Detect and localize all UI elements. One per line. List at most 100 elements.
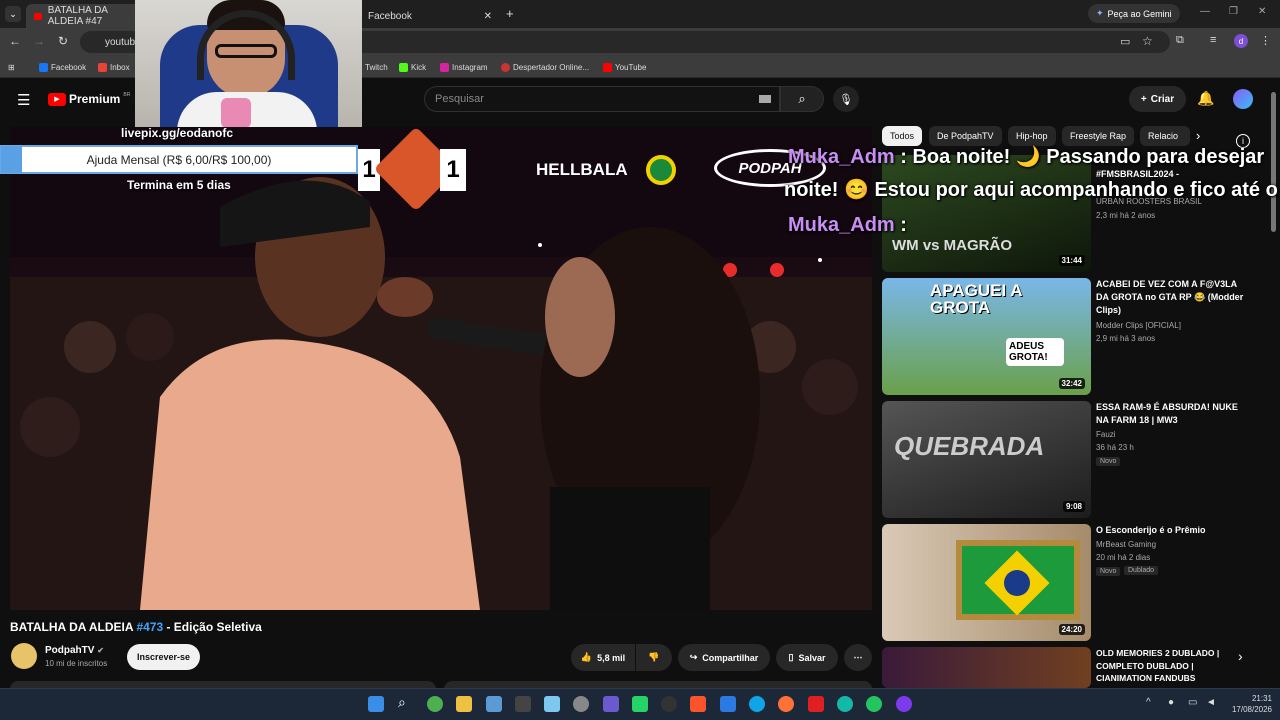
bookmark-facebook[interactable]: Facebook	[39, 60, 86, 74]
bookmark-despertador[interactable]: Despertador Online...	[501, 60, 589, 74]
bookmark-label: YouTube	[615, 62, 647, 72]
microphone-tray-icon[interactable]: ●	[1168, 697, 1174, 708]
channel-name[interactable]: PodpahTV ✔	[45, 645, 104, 656]
close-window-button[interactable]: ✕	[1258, 6, 1266, 17]
search-button[interactable]: ⌕	[780, 86, 824, 112]
save-button[interactable]: ▯ Salvar	[776, 644, 838, 671]
rec-thumbnail-3[interactable]: QUEBRADA 9:08	[882, 401, 1091, 518]
page-scrollbar[interactable]	[1271, 92, 1276, 232]
start-icon[interactable]	[368, 696, 384, 712]
tab-youtube[interactable]: BATALHA DA ALDEIA #47	[26, 4, 146, 28]
new-tab-button[interactable]: +	[506, 6, 514, 21]
obs-icon[interactable]	[603, 696, 619, 712]
tab-list-button[interactable]: ⌄	[5, 6, 21, 22]
maximize-button[interactable]: ❐	[1229, 6, 1238, 17]
browser-menu-icon[interactable]: ⋮	[1260, 34, 1271, 47]
hamburger-menu-icon[interactable]: ☰	[17, 91, 30, 109]
bookmark-twitch[interactable]: Twitch	[365, 60, 388, 74]
thumbs-up-icon: 👍	[580, 652, 593, 662]
photos-icon[interactable]	[486, 696, 502, 712]
edge-icon[interactable]	[749, 696, 765, 712]
rec-title-4[interactable]: O Esconderijo é o Prêmio	[1096, 524, 1246, 537]
bookmark-label: Despertador Online...	[513, 62, 590, 72]
rec-thumbnail-2[interactable]: APAGUEI A GROTA ADEUS GROTA! 32:42	[882, 278, 1091, 395]
microphone-icon	[221, 98, 251, 127]
volume-icon[interactable]: ◄	[1206, 697, 1216, 708]
xbox-icon[interactable]	[866, 696, 882, 712]
rec-title-2[interactable]: ACABEI DE VEZ COM A F@V3LA DA GROTA no G…	[1096, 278, 1246, 317]
title-hashtag[interactable]: #473	[136, 620, 163, 634]
more-actions-button[interactable]: ⋯	[844, 644, 872, 671]
firefox-icon[interactable]	[778, 696, 794, 712]
brand-label: Premium	[69, 92, 121, 106]
create-button[interactable]: + Criar	[1129, 86, 1186, 112]
chrome-icon[interactable]	[427, 696, 443, 712]
brave-icon[interactable]	[690, 696, 706, 712]
rec-channel-3[interactable]: Fauzi	[1096, 428, 1116, 441]
reading-list-icon[interactable]: ≡	[1210, 34, 1216, 46]
rec-title-3[interactable]: ESSA RAM-9 É ABSURDA! NUKE NA FARM 18 | …	[1096, 401, 1246, 427]
bookmark-inbox[interactable]: Inbox	[98, 60, 130, 74]
file-explorer-icon[interactable]	[456, 696, 472, 712]
tab-facebook[interactable]: Facebook ✕	[360, 4, 500, 28]
chevron-right-icon[interactable]: ›	[1238, 648, 1243, 664]
search-input[interactable]: Pesquisar	[424, 86, 780, 112]
calculator-icon[interactable]	[515, 696, 531, 712]
reload-icon[interactable]: ↻	[58, 34, 68, 48]
tray-chevron-icon[interactable]: ^	[1146, 697, 1151, 708]
thumb-text: QUEBRADA	[894, 431, 1045, 461]
video-player[interactable]: 1 1 HELLBALA PODPAH	[10, 127, 872, 610]
rec-meta-4: 20 mi há 2 dias	[1096, 553, 1151, 562]
title-text: - Edição Seletiva	[163, 620, 262, 634]
clock[interactable]: 21:31 17/08/2026	[1228, 693, 1272, 715]
image-viewer-icon[interactable]	[544, 696, 560, 712]
forward-arrow-icon[interactable]: →	[33, 34, 45, 48]
network-icon[interactable]: ▭	[1188, 697, 1197, 708]
bookmark-kick[interactable]: Kick	[399, 60, 426, 74]
account-avatar[interactable]	[1233, 89, 1253, 109]
settings-gear-icon[interactable]	[573, 696, 589, 712]
back-arrow-icon[interactable]: ←	[9, 34, 21, 48]
notifications-bell-icon[interactable]: 🔔	[1197, 90, 1214, 107]
apps-grid-icon[interactable]: ⊞	[8, 60, 15, 74]
clock-time: 21:31	[1251, 694, 1272, 703]
keyboard-icon[interactable]	[759, 95, 771, 103]
steam-icon[interactable]	[661, 696, 677, 712]
profile-avatar[interactable]: d	[1234, 34, 1248, 48]
bookmark-instagram[interactable]: Instagram	[440, 60, 488, 74]
mic-button[interactable]: 🎙	[833, 86, 859, 112]
chip-hip-hop[interactable]: Hip-hop	[1008, 126, 1056, 146]
chip-de-podpahtv[interactable]: De PodpahTV	[929, 126, 1002, 146]
chevron-right-icon[interactable]: ›	[1196, 128, 1200, 143]
gemini-button[interactable]: ✦ Peça ao Gemini	[1088, 4, 1180, 23]
rec-channel-2[interactable]: Modder Clips [OFICIAL]	[1096, 319, 1181, 332]
channel-avatar[interactable]	[11, 643, 37, 669]
rec-thumbnail-4[interactable]: 24:20	[882, 524, 1091, 641]
search-icon[interactable]: ⌕	[398, 694, 406, 711]
whatsapp-icon[interactable]	[632, 696, 648, 712]
tor-icon[interactable]	[896, 696, 912, 712]
chip-todos[interactable]: Todos	[882, 126, 923, 146]
like-button[interactable]: 👍 5,8 mil	[571, 644, 635, 671]
rec-thumbnail-5[interactable]	[882, 647, 1091, 688]
vivaldi-icon[interactable]	[808, 696, 824, 712]
dubbed-badge: Dublado	[1124, 566, 1159, 575]
dislike-button[interactable]: 👎	[636, 644, 672, 671]
rec-channel-4[interactable]: MrBeast Gaming	[1096, 538, 1156, 551]
thumb-text: APAGUEI A GROTA	[930, 281, 1022, 317]
rec-title-5[interactable]: OLD MEMORIES 2 DUBLADO | COMPLETO DUBLAD…	[1096, 647, 1246, 685]
chip-relacionados[interactable]: Relacio	[1140, 126, 1190, 146]
subscribe-button[interactable]: Inscrever-se	[127, 644, 200, 670]
youtube-logo[interactable]: ▶ Premium BR	[48, 92, 130, 106]
rec-thumbnail-1[interactable]: WM vs MAGRÃO 31:44	[882, 155, 1091, 272]
close-icon[interactable]: ✕	[484, 11, 492, 22]
bookmark-youtube[interactable]: YouTube	[603, 60, 646, 74]
cast-icon[interactable]: ▭	[1120, 35, 1130, 48]
browser-icon[interactable]	[837, 696, 853, 712]
share-button[interactable]: ↪ Compartilhar	[678, 644, 770, 671]
bookmark-star-icon[interactable]: ☆	[1142, 34, 1153, 48]
app-icon[interactable]	[720, 696, 736, 712]
chip-freestyle-rap[interactable]: Freestyle Rap	[1062, 126, 1135, 146]
minimize-button[interactable]: —	[1200, 6, 1210, 17]
extensions-icon[interactable]: ⧉	[1176, 34, 1184, 47]
